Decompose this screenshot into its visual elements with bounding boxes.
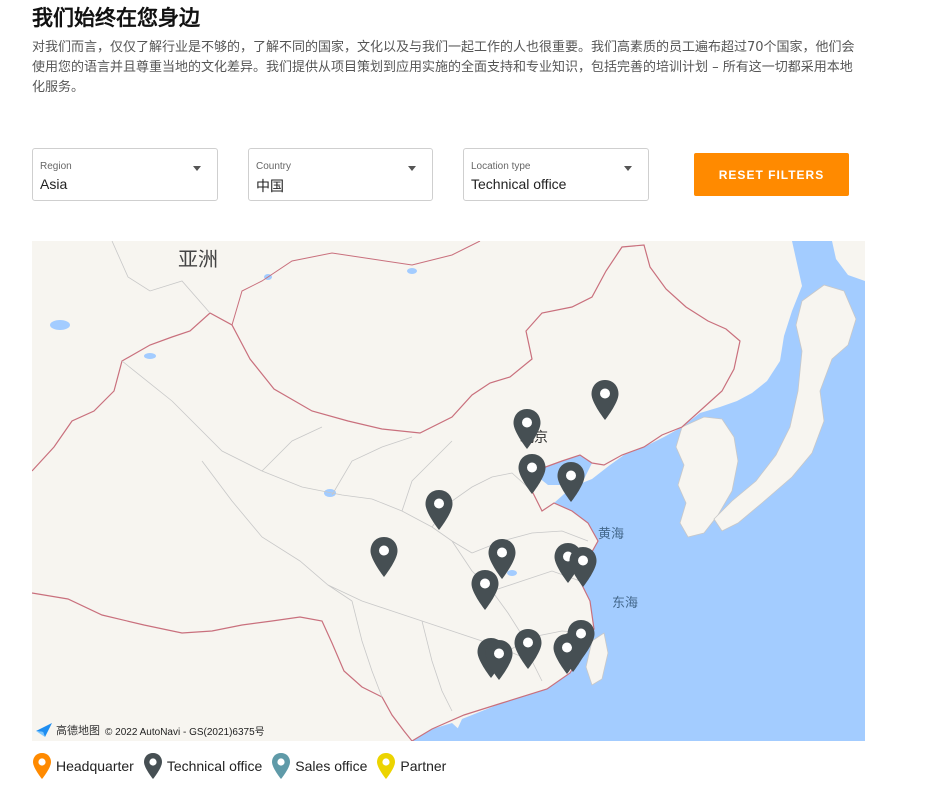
lake	[144, 353, 156, 359]
legend-label: Headquarter	[56, 758, 134, 774]
chevron-down-icon	[624, 166, 632, 171]
location-type-select-value: Technical office	[471, 176, 567, 192]
continent-label: 亚洲	[178, 247, 218, 271]
region-select-value: Asia	[40, 176, 68, 192]
pin-taipei[interactable]	[566, 619, 596, 661]
headquarter-pin-icon	[33, 753, 51, 779]
country-select-value: 中国	[256, 178, 284, 194]
legend-label: Partner	[400, 758, 447, 774]
reset-filters-button[interactable]: RESET FILTERS	[694, 153, 849, 196]
chevron-down-icon	[193, 166, 201, 171]
sea-label: 黄海	[598, 527, 625, 542]
pin-jinan[interactable]	[517, 453, 547, 495]
legend-label: Sales office	[295, 758, 368, 774]
country-select[interactable]: Country 中国	[248, 148, 433, 201]
technical-office-pin-icon	[471, 570, 499, 610]
map-provider-logo-text: 高德地图	[56, 724, 100, 737]
intro-paragraph: 对我们而言，仅仅了解行业是不够的，了解不同的国家，文化以及与我们一起工作的人也很…	[32, 40, 855, 95]
map-legend: Headquarter Technical office Sales offic…	[32, 751, 455, 781]
lake	[407, 268, 417, 274]
locations-map[interactable]: 亚洲 北京 黄海 东海 高德地图 © 2022 AutoNavi - GS(20…	[32, 241, 865, 741]
location-type-select[interactable]: Location type Technical office	[463, 148, 649, 201]
location-type-select-label: Location type	[471, 161, 531, 172]
technical-office-pin-icon	[143, 753, 162, 779]
technical-office-pin-icon	[557, 462, 585, 502]
amap-logo-icon	[36, 723, 52, 737]
legend-item-sales-office: Sales office	[271, 752, 367, 780]
chevron-down-icon	[408, 166, 416, 171]
legend-label: Technical office	[166, 758, 263, 774]
map-attribution: 高德地图 © 2022 AutoNavi - GS(2021)6375号	[35, 722, 265, 738]
technical-office-pin-icon	[518, 454, 546, 494]
pin-fuzhou[interactable]	[513, 628, 543, 670]
technical-office-pin-icon	[591, 380, 619, 420]
pin-chengdu[interactable]	[369, 536, 399, 578]
legend-item-headquarter: Headquarter	[32, 752, 134, 780]
pin-qingdao[interactable]	[556, 461, 586, 503]
country-select-label: Country	[256, 161, 292, 172]
pin-shanghai[interactable]	[568, 546, 598, 588]
pin-shenyang[interactable]	[590, 379, 620, 421]
page-title: 我们始终在您身边	[32, 6, 200, 30]
region-select-label: Region	[40, 161, 72, 172]
partner-pin-icon	[377, 753, 396, 779]
technical-office-pin-icon	[567, 620, 595, 660]
map-copyright: © 2022 AutoNavi - GS(2021)6375号	[105, 726, 265, 738]
technical-office-pin-icon	[370, 537, 398, 577]
pin-beijing[interactable]	[512, 408, 542, 450]
technical-office-pin-icon	[513, 409, 541, 449]
technical-office-pin-icon	[485, 640, 513, 680]
lake	[50, 320, 70, 330]
technical-office-pin-icon	[514, 629, 542, 669]
technical-office-pin-icon	[569, 547, 597, 587]
sea-label: 东海	[612, 596, 639, 611]
sales-office-pin-icon	[272, 753, 291, 779]
pin-xian[interactable]	[424, 489, 454, 531]
pin-nanchang[interactable]	[470, 569, 500, 611]
legend-item-partner: Partner	[376, 752, 446, 780]
pin-guangzhou-2[interactable]	[484, 639, 514, 681]
region-select[interactable]: Region Asia	[32, 148, 218, 201]
technical-office-pin-icon	[425, 490, 453, 530]
legend-item-technical-office: Technical office	[143, 752, 262, 780]
